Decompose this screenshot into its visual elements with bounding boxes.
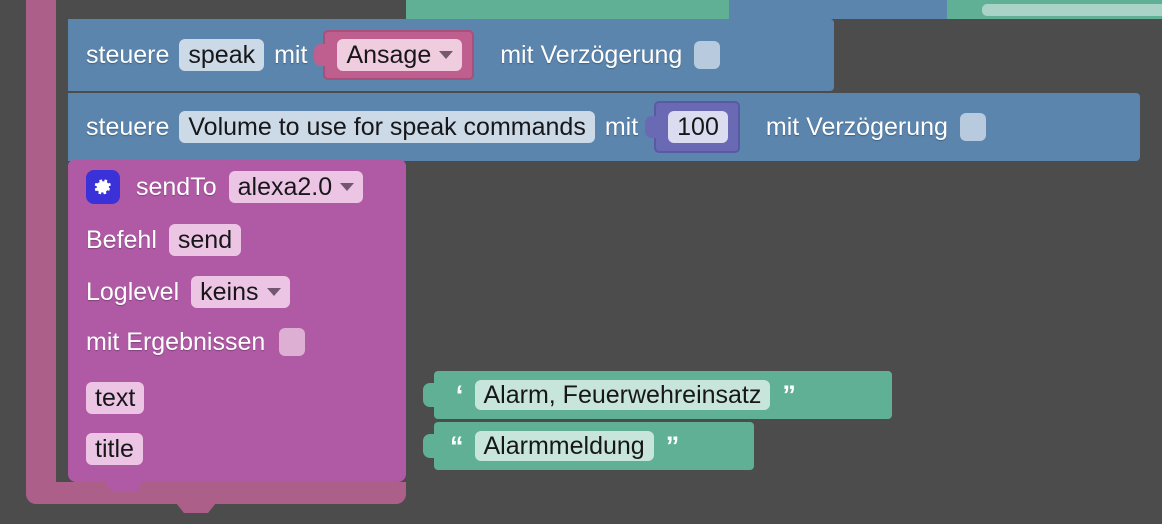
top-segment-text-field-2 (982, 4, 1162, 16)
ansage-dropdown-label: Ansage (346, 40, 432, 69)
gear-icon[interactable] (86, 170, 120, 204)
chevron-down-icon-2 (340, 183, 355, 191)
title-string-block[interactable]: “ Alarmmeldung ” (434, 422, 754, 470)
sendto-title: sendTo (136, 172, 217, 201)
steuere-speak-row[interactable]: steuere speak mit Ansage mit Verzögerung (68, 19, 834, 91)
text-string-field[interactable]: Alarm, Feuerwehreinsatz (474, 380, 771, 410)
ergebnisse-label: mit Ergebnissen (86, 327, 266, 356)
volume-number-field[interactable]: 100 (668, 111, 728, 143)
sendto-header: sendTo alexa2.0 (86, 170, 364, 204)
befehl-label: Befehl (86, 225, 157, 254)
steuere-speak-label: steuere (86, 40, 170, 69)
steuere-volume-row[interactable]: steuere Volume to use for speak commands… (68, 93, 1140, 161)
title-string-field[interactable]: Alarmmeldung (474, 431, 654, 461)
volume-target-field[interactable]: Volume to use for speak commands (179, 111, 595, 143)
speak-delay-checkbox[interactable] (694, 41, 721, 69)
chevron-down-icon-3 (266, 288, 281, 296)
loglevel-label: Loglevel (86, 277, 180, 306)
title-quote-close: ” (665, 430, 679, 461)
volume-delay-label: mit Verzögerung (765, 112, 948, 141)
sendto-text-row: text (86, 382, 145, 414)
befehl-field[interactable]: send (168, 224, 242, 256)
speak-delay-label: mit Verzögerung (500, 40, 683, 69)
title-input-label: title (86, 433, 143, 465)
loglevel-value: keins (200, 277, 259, 306)
row-top-notch-2 (104, 93, 144, 102)
loglevel-dropdown[interactable]: keins (191, 276, 290, 308)
text-quote-close: ” (782, 379, 795, 410)
title-quote-open: “ (450, 430, 463, 461)
container-bottom-notch (176, 503, 216, 513)
volume-mit-label: mit (604, 112, 639, 141)
sendto-top-notch (78, 160, 118, 169)
sendto-title-row: title (86, 433, 143, 465)
steuere-volume-label: steuere (86, 112, 170, 141)
text-string-block[interactable]: “ Alarm, Feuerwehreinsatz ” (434, 371, 892, 419)
volume-delay-checkbox[interactable] (959, 113, 986, 141)
top-segment-text-block[interactable] (404, 0, 729, 19)
title-block-tab (423, 434, 436, 458)
sendto-instance-label: alexa2.0 (237, 172, 333, 201)
text-block-tab (423, 383, 436, 407)
top-segment-action-block[interactable] (729, 0, 947, 19)
ansage-value-block[interactable]: Ansage (323, 30, 475, 80)
volume-number-block[interactable]: 100 (654, 101, 740, 153)
blockly-canvas[interactable]: steuere speak mit Ansage mit Verzögerung… (0, 0, 1162, 524)
ergebnisse-checkbox[interactable] (279, 328, 306, 356)
sendto-ergebnisse-row: mit Ergebnissen (86, 327, 306, 356)
chevron-down-icon (439, 51, 454, 59)
sendto-block[interactable]: sendTo alexa2.0 Befehl send Loglevel kei… (68, 160, 406, 492)
speak-target-field[interactable]: speak (179, 39, 265, 71)
sendto-loglevel-row: Loglevel keins (86, 276, 290, 308)
row-top-notch (104, 19, 144, 28)
ansage-dropdown[interactable]: Ansage (337, 39, 463, 71)
sendto-instance-dropdown[interactable]: alexa2.0 (228, 171, 364, 203)
text-input-label: text (86, 382, 145, 414)
sendto-befehl-row: Befehl send (86, 224, 242, 256)
speak-mit-label: mit (274, 40, 308, 69)
